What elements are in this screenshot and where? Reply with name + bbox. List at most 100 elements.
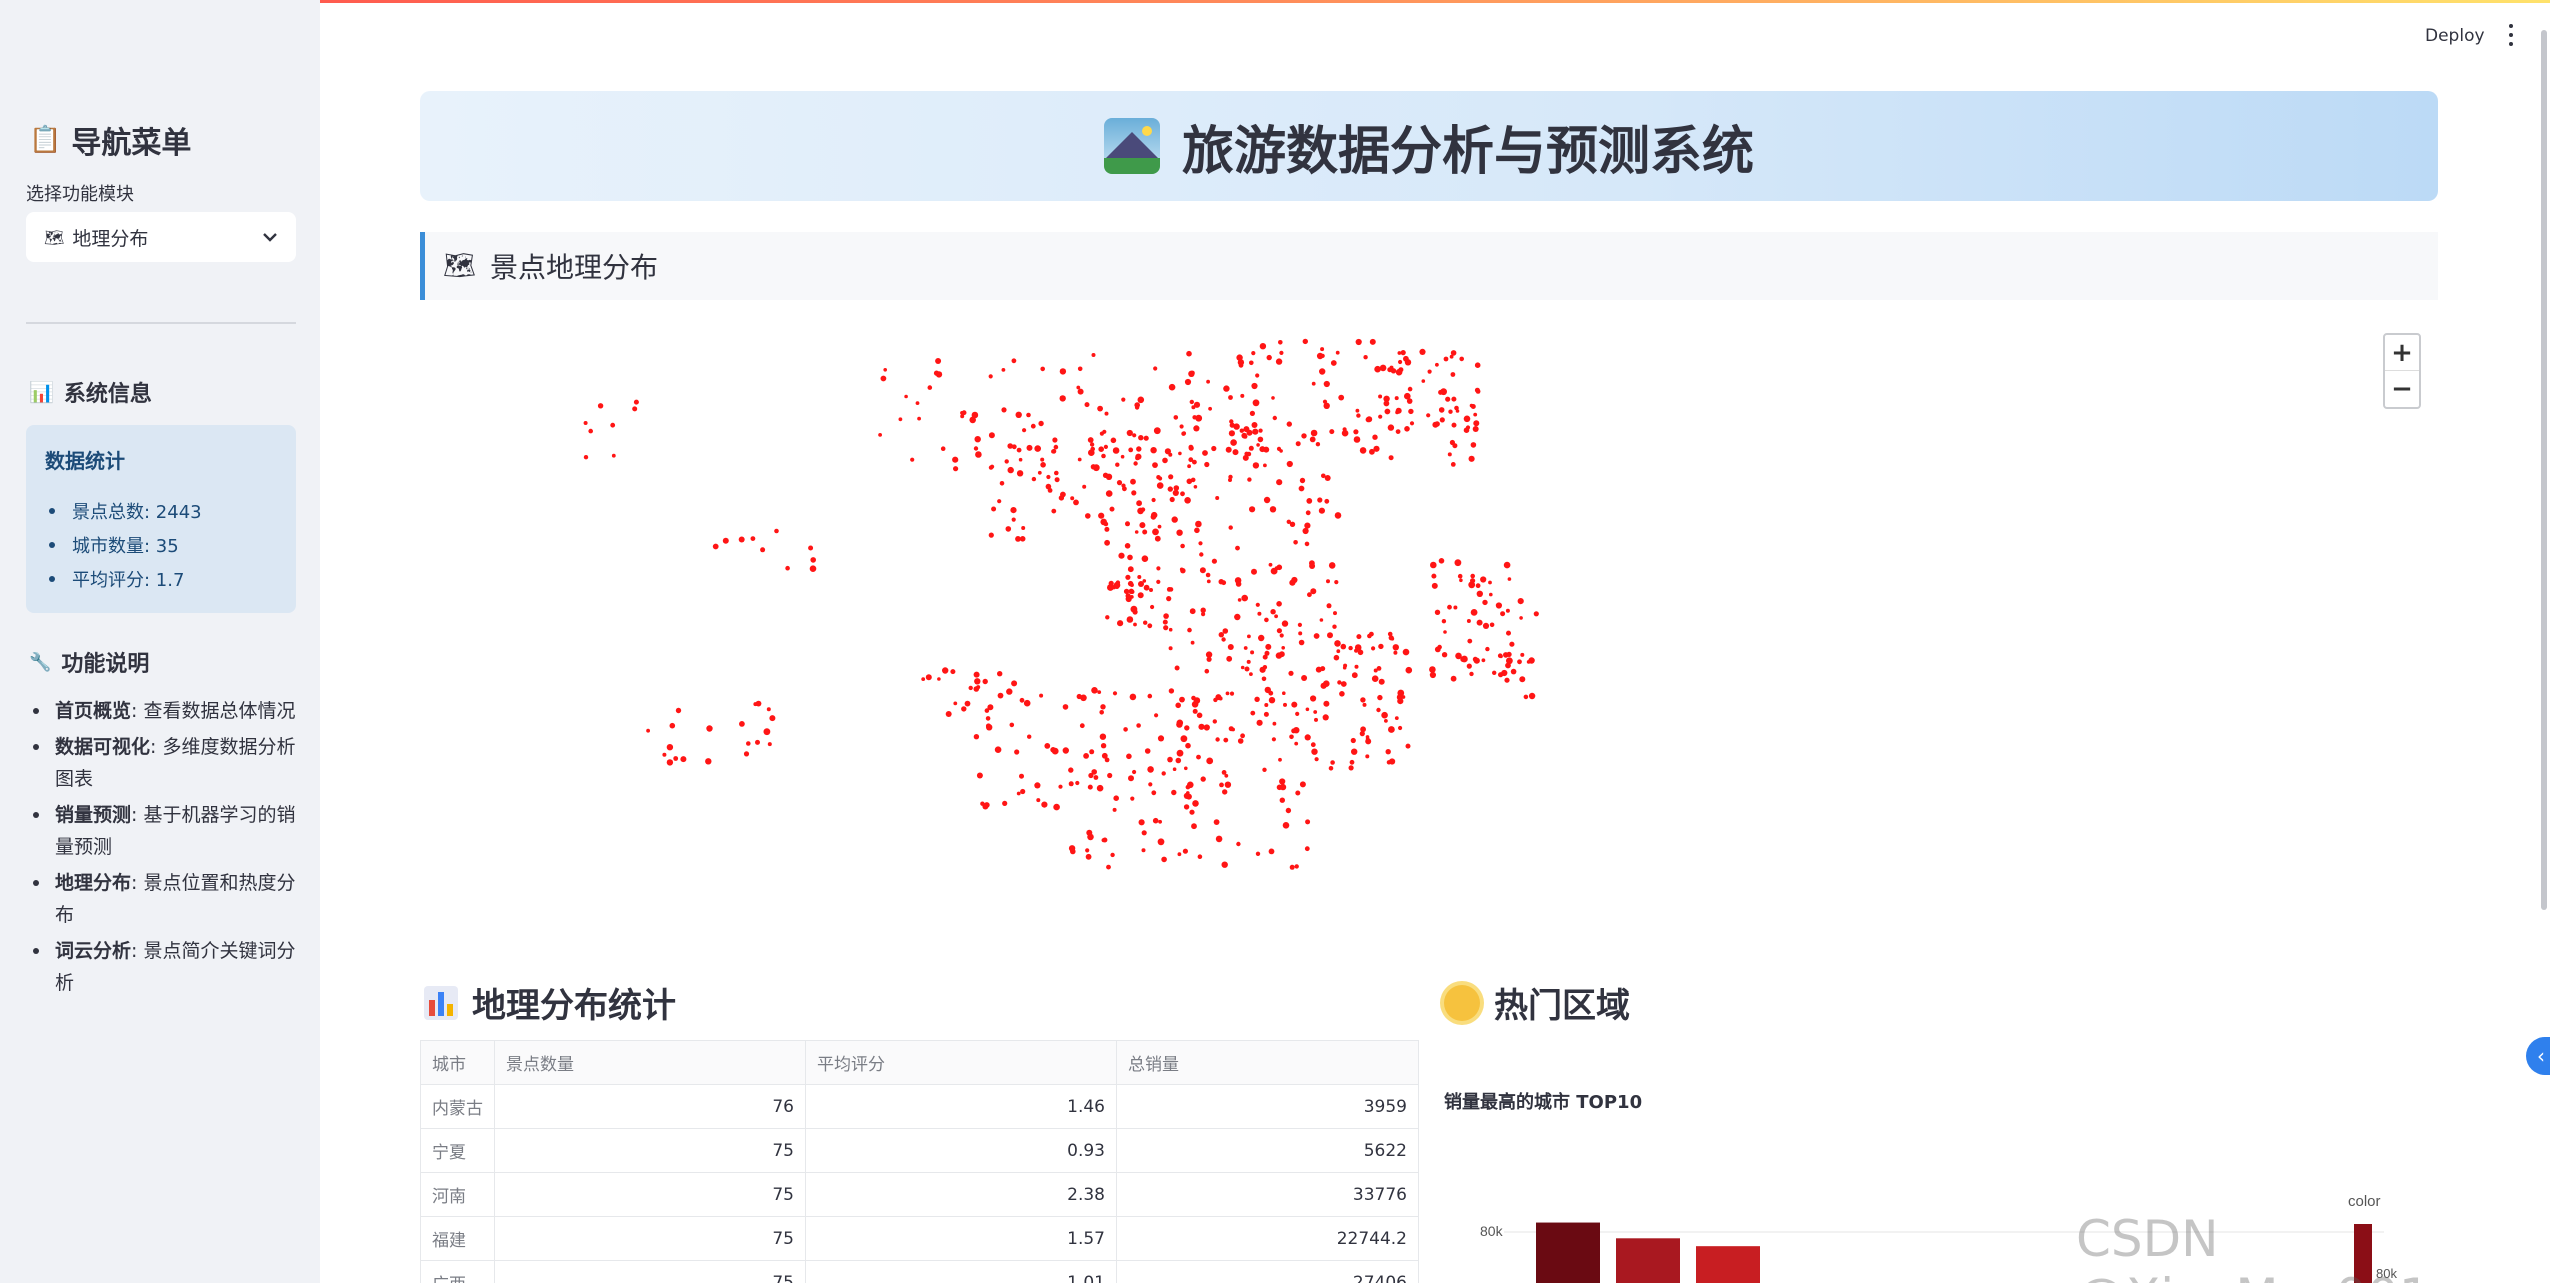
map-point[interactable] — [1314, 717, 1318, 722]
map-point[interactable] — [611, 453, 616, 458]
map-point[interactable] — [1226, 655, 1233, 662]
map-point[interactable] — [1053, 444, 1059, 450]
map-point[interactable] — [1116, 480, 1123, 486]
map-point[interactable] — [755, 739, 760, 745]
map-point[interactable] — [1305, 707, 1310, 712]
map-point[interactable] — [1112, 691, 1118, 696]
map-point[interactable] — [1128, 447, 1134, 453]
map-point[interactable] — [1086, 829, 1093, 836]
map-point[interactable] — [1264, 686, 1271, 694]
map-point[interactable] — [666, 759, 674, 766]
map-point[interactable] — [1098, 446, 1104, 452]
map-point[interactable] — [1108, 580, 1114, 586]
map-point[interactable] — [1126, 616, 1134, 623]
map-point[interactable] — [1354, 644, 1362, 651]
map-point[interactable] — [1136, 500, 1142, 507]
map-point[interactable] — [1281, 646, 1285, 650]
map-point[interactable] — [1330, 360, 1337, 366]
map-point[interactable] — [1221, 637, 1226, 642]
map-point[interactable] — [1221, 770, 1227, 775]
map-point[interactable] — [1286, 460, 1293, 468]
map-point[interactable] — [953, 701, 958, 706]
map-point[interactable] — [1384, 408, 1391, 415]
map-point[interactable] — [1451, 422, 1457, 428]
map-point[interactable] — [1470, 404, 1476, 409]
map-point[interactable] — [1294, 741, 1299, 746]
map-point[interactable] — [1085, 513, 1091, 519]
map-point[interactable] — [1088, 772, 1094, 779]
map-point[interactable] — [1144, 748, 1151, 754]
map-point[interactable] — [1085, 853, 1092, 860]
map-point[interactable] — [1517, 598, 1524, 605]
map-point[interactable] — [973, 671, 980, 678]
map-point[interactable] — [1151, 511, 1158, 519]
map-point[interactable] — [1096, 784, 1104, 792]
map-point[interactable] — [1520, 652, 1525, 657]
map-point[interactable] — [1126, 429, 1133, 437]
map-point[interactable] — [1141, 848, 1146, 853]
map-point[interactable] — [1329, 429, 1335, 435]
map-point[interactable] — [1274, 614, 1278, 619]
map-point[interactable] — [1015, 411, 1022, 418]
map-point[interactable] — [1246, 659, 1251, 664]
map-point[interactable] — [1004, 459, 1009, 464]
map-point[interactable] — [1262, 665, 1268, 670]
map-point[interactable] — [1395, 410, 1399, 415]
map-point[interactable] — [1340, 643, 1347, 650]
map-point[interactable] — [1152, 817, 1159, 824]
zoom-in-button[interactable]: + — [2385, 335, 2419, 371]
map-point[interactable] — [940, 446, 946, 451]
map-point[interactable] — [1125, 593, 1131, 599]
map-point[interactable] — [898, 417, 903, 422]
map-point[interactable] — [1311, 748, 1318, 755]
map-point[interactable] — [1150, 447, 1157, 454]
map-point[interactable] — [769, 715, 776, 722]
map-point[interactable] — [1101, 838, 1106, 843]
map-point[interactable] — [808, 545, 814, 551]
map-point[interactable] — [1365, 735, 1370, 739]
map-point[interactable] — [1528, 692, 1536, 700]
map-point[interactable] — [1099, 733, 1107, 740]
map-point[interactable] — [1276, 601, 1282, 607]
map-point[interactable] — [1221, 861, 1228, 868]
map-point[interactable] — [1271, 737, 1276, 742]
map-point[interactable] — [1150, 604, 1155, 610]
map-point[interactable] — [1506, 657, 1513, 665]
map-point[interactable] — [1154, 535, 1161, 542]
map-point[interactable] — [1510, 668, 1517, 675]
map-point[interactable] — [1138, 435, 1144, 441]
map-point[interactable] — [1187, 464, 1191, 469]
map-point[interactable] — [1161, 771, 1166, 776]
map-point[interactable] — [1053, 803, 1060, 811]
map-point[interactable] — [986, 724, 993, 731]
map-point[interactable] — [1005, 526, 1012, 532]
map-point[interactable] — [1289, 579, 1296, 586]
map-point[interactable] — [1505, 608, 1510, 613]
map-point[interactable] — [1236, 354, 1243, 361]
map-point[interactable] — [1237, 738, 1244, 744]
map-point[interactable] — [1431, 573, 1437, 579]
map-point[interactable] — [1319, 368, 1326, 375]
map-point[interactable] — [1506, 630, 1511, 636]
map-point[interactable] — [1139, 522, 1146, 529]
map-point[interactable] — [1107, 772, 1113, 779]
map-point[interactable] — [1264, 650, 1270, 656]
map-point[interactable] — [1099, 710, 1104, 715]
map-point[interactable] — [883, 368, 887, 372]
map-point[interactable] — [1023, 699, 1031, 707]
map-point[interactable] — [1140, 507, 1146, 512]
map-point[interactable] — [1010, 507, 1017, 514]
map-point[interactable] — [1279, 778, 1286, 785]
map-point[interactable] — [1162, 619, 1168, 625]
map-point[interactable] — [1320, 353, 1325, 358]
map-point[interactable] — [1255, 373, 1260, 378]
map-point[interactable] — [1447, 452, 1452, 457]
map-point[interactable] — [1076, 385, 1081, 390]
map-point[interactable] — [1223, 385, 1230, 392]
map-point[interactable] — [766, 707, 771, 712]
map-point[interactable] — [1240, 665, 1245, 670]
map-point[interactable] — [1485, 646, 1490, 652]
map-point[interactable] — [1180, 543, 1185, 549]
map-point[interactable] — [1506, 651, 1512, 657]
map-point[interactable] — [1034, 782, 1041, 789]
